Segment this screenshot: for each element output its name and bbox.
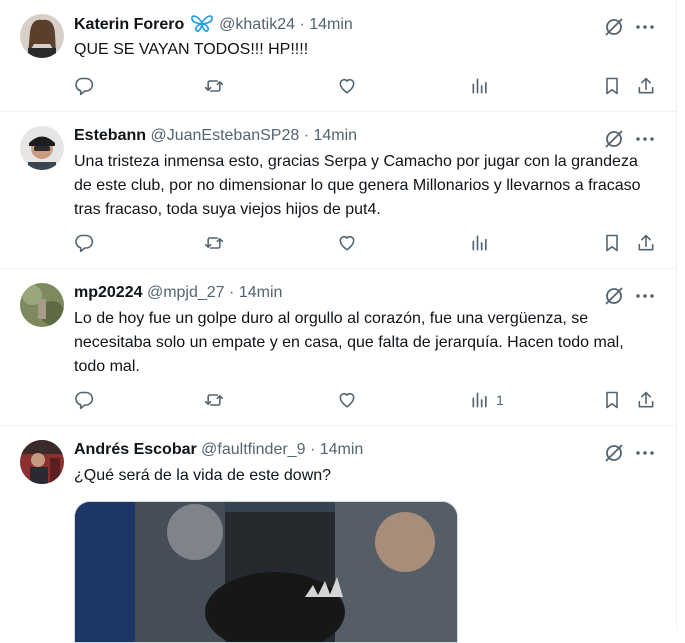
- author-name[interactable]: mp20224: [74, 284, 143, 301]
- timestamp[interactable]: 14min: [239, 284, 283, 301]
- butterfly-icon: [190, 14, 213, 38]
- bookmark-button[interactable]: [602, 74, 622, 98]
- share-icon: [638, 391, 654, 408]
- grok-icon[interactable]: [603, 16, 625, 38]
- more-icon[interactable]: [634, 16, 656, 38]
- tweet-text: Una tristeza inmensa esto, gracias Serpa…: [74, 153, 641, 218]
- like-icon: [339, 78, 355, 94]
- timestamp[interactable]: 14min: [314, 127, 358, 144]
- tweet[interactable]: Andrés Escobar @faultfinder_9 · 14min ¿Q…: [0, 426, 676, 643]
- grok-icon[interactable]: [603, 128, 625, 150]
- author-name[interactable]: Andrés Escobar: [74, 441, 197, 458]
- retweet-icon: [204, 80, 224, 92]
- tweet-photo[interactable]: [74, 501, 458, 643]
- tweet-text: QUE SE VAYAN TODOS!!! HP!!!!: [74, 41, 309, 58]
- share-button[interactable]: [636, 74, 656, 98]
- share-icon: [638, 77, 654, 94]
- author-handle[interactable]: @khatik24: [219, 16, 295, 33]
- grok-icon[interactable]: [603, 285, 625, 307]
- timestamp[interactable]: 14min: [309, 16, 353, 33]
- views-icon: [472, 235, 487, 251]
- bookmark-button[interactable]: [602, 231, 622, 255]
- more-icon[interactable]: [634, 442, 656, 464]
- share-button[interactable]: [636, 231, 656, 255]
- author-name[interactable]: Estebann: [74, 127, 146, 144]
- retweet-icon: [204, 394, 224, 406]
- tweet-text: ¿Qué será de la vida de este down?: [74, 467, 332, 484]
- share-icon: [638, 234, 654, 251]
- tweet[interactable]: Estebann @JuanEstebanSP28 · 14min Una tr…: [0, 112, 676, 269]
- avatar[interactable]: [20, 283, 64, 327]
- reply-icon: [75, 77, 94, 96]
- reply-button[interactable]: [74, 231, 94, 255]
- reply-button[interactable]: [74, 388, 94, 412]
- retweet-icon: [204, 237, 224, 249]
- reply-icon: [75, 234, 94, 253]
- like-icon: [339, 235, 355, 251]
- views-count: 1: [496, 392, 504, 408]
- timestamp[interactable]: 14min: [320, 441, 364, 458]
- action-bar: [72, 74, 662, 98]
- reply-button[interactable]: [74, 74, 94, 98]
- bookmark-icon: [606, 77, 618, 95]
- like-button[interactable]: [337, 74, 357, 98]
- tweet[interactable]: mp20224 @mpjd_27 · 14min Lo de hoy fue u…: [0, 269, 676, 426]
- separator-dot: ·: [229, 284, 235, 301]
- retweet-button[interactable]: [204, 74, 224, 98]
- views-button[interactable]: [470, 231, 496, 255]
- reply-icon: [75, 391, 94, 410]
- author-name[interactable]: Katerin Forero: [74, 16, 184, 33]
- views-button[interactable]: [470, 74, 496, 98]
- bookmark-icon: [606, 234, 618, 252]
- author-handle[interactable]: @faultfinder_9: [201, 441, 305, 458]
- more-icon[interactable]: [634, 285, 656, 307]
- views-icon: [472, 392, 487, 408]
- views-icon: [472, 78, 487, 94]
- author-handle[interactable]: @JuanEstebanSP28: [150, 127, 299, 144]
- retweet-button[interactable]: [204, 388, 224, 412]
- separator-dot: ·: [303, 127, 310, 144]
- author-handle[interactable]: @mpjd_27: [147, 284, 225, 301]
- separator-dot: ·: [309, 441, 316, 458]
- tweet[interactable]: Katerin Forero @khatik24 · 14min QUE SE …: [0, 0, 676, 112]
- more-icon[interactable]: [634, 128, 656, 150]
- share-button[interactable]: [636, 388, 656, 412]
- views-button[interactable]: 1: [470, 388, 504, 412]
- retweet-button[interactable]: [204, 231, 224, 255]
- action-bar: 1: [72, 388, 662, 412]
- separator-dot: ·: [299, 16, 305, 33]
- bookmark-button[interactable]: [602, 388, 622, 412]
- bookmark-icon: [606, 391, 618, 409]
- like-button[interactable]: [337, 231, 357, 255]
- action-bar: [72, 231, 662, 255]
- avatar[interactable]: [20, 14, 64, 58]
- avatar[interactable]: [20, 126, 64, 170]
- like-button[interactable]: [337, 388, 357, 412]
- like-icon: [339, 392, 355, 408]
- grok-icon[interactable]: [603, 442, 625, 464]
- replies-feed: Katerin Forero @khatik24 · 14min QUE SE …: [0, 0, 677, 643]
- tweet-text: Lo de hoy fue un golpe duro al orgullo a…: [74, 310, 624, 375]
- avatar[interactable]: [20, 440, 64, 484]
